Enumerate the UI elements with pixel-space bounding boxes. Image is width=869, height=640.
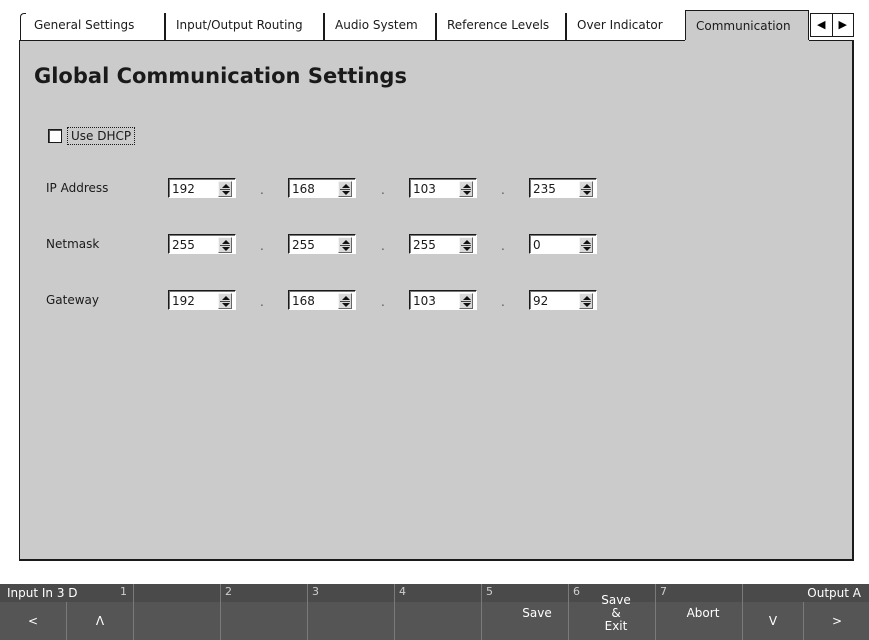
spin-value: 235 — [533, 182, 556, 196]
panel-border-top — [809, 40, 854, 41]
spin-arrows-icon[interactable] — [459, 293, 473, 309]
spin-value: 255 — [413, 238, 436, 252]
separator-dot: . — [501, 183, 505, 197]
tab-label: General Settings — [34, 18, 135, 32]
separator-dot: . — [381, 183, 385, 197]
softkey-2[interactable]: 2 — [220, 584, 307, 640]
nav-left-button[interactable]: < — [0, 602, 66, 640]
settings-panel: Global Communication Settings Use DHCP I… — [19, 40, 854, 561]
softkey-3[interactable]: 3 — [307, 584, 394, 640]
tab-communication[interactable]: Communication — [685, 10, 809, 41]
spin-value: 103 — [413, 294, 436, 308]
gateway-octet-3-spinbox[interactable]: 103 — [409, 290, 477, 310]
softkey-bar: Input In 3 D 1 < Λ 2 3 4 5 Save 6 Save &… — [0, 584, 869, 640]
gateway-octet-2-spinbox[interactable]: 168 — [288, 290, 356, 310]
spin-arrows-icon[interactable] — [218, 237, 232, 253]
output-nav-block: Output A V > — [742, 584, 869, 640]
netmask-octet-1-spinbox[interactable]: 255 — [168, 234, 236, 254]
netmask-octet-2-spinbox[interactable]: 255 — [288, 234, 356, 254]
tab-strip: General Settings Input/Output Routing Au… — [0, 0, 869, 41]
spin-arrows-icon[interactable] — [579, 293, 593, 309]
spin-arrows-icon[interactable] — [338, 237, 352, 253]
netmask-row: Netmask 255 . 255 . 255 . 0 — [46, 234, 646, 256]
ip-address-row: IP Address 192 . 168 . 103 . 235 — [46, 178, 646, 200]
tab-scroll-buttons: ◀ ▶ — [810, 13, 854, 37]
netmask-label: Netmask — [46, 237, 100, 251]
output-target-title: Output A — [807, 586, 861, 600]
spin-arrows-icon[interactable] — [459, 181, 473, 197]
softkey-abort[interactable]: 7 Abort — [655, 584, 742, 640]
softkey-number: 4 — [399, 585, 406, 598]
use-dhcp-label[interactable]: Use DHCP — [67, 127, 136, 145]
spin-arrows-icon[interactable] — [579, 237, 593, 253]
softkey-number: 1 — [120, 585, 127, 598]
gateway-octet-4-spinbox[interactable]: 92 — [529, 290, 597, 310]
softkey-number: 7 — [660, 585, 667, 598]
tab-over-indicator[interactable]: Over Indicator — [565, 13, 683, 40]
netmask-octet-3-spinbox[interactable]: 255 — [409, 234, 477, 254]
ip-address-label: IP Address — [46, 181, 109, 195]
softkey-number: 2 — [225, 585, 232, 598]
triangle-right-icon[interactable]: ▶ — [833, 14, 854, 36]
tab-label: Reference Levels — [447, 18, 550, 32]
spin-value: 0 — [533, 238, 541, 252]
separator-dot: . — [501, 295, 505, 309]
nav-right-button[interactable]: > — [803, 602, 869, 640]
gateway-row: Gateway 192 . 168 . 103 . 92 — [46, 290, 646, 312]
tab-label: Over Indicator — [577, 18, 663, 32]
nav-down-button[interactable]: V — [743, 602, 803, 640]
gateway-label: Gateway — [46, 293, 100, 307]
spin-value: 255 — [292, 238, 315, 252]
softkey-save[interactable]: 5 Save — [481, 584, 568, 640]
softkey-1[interactable] — [133, 584, 220, 640]
tab-label: Communication — [696, 19, 791, 33]
triangle-left-icon[interactable]: ◀ — [811, 14, 833, 36]
spin-value: 168 — [292, 182, 315, 196]
ip-octet-3-spinbox[interactable]: 103 — [409, 178, 477, 198]
nav-up-button[interactable]: Λ — [66, 602, 133, 640]
softkey-abort-label: Abort — [686, 606, 720, 620]
tab-general-settings[interactable]: General Settings — [24, 13, 160, 40]
spin-value: 103 — [413, 182, 436, 196]
spin-arrows-icon[interactable] — [218, 181, 232, 197]
spin-value: 255 — [172, 238, 195, 252]
netmask-octet-4-spinbox[interactable]: 0 — [529, 234, 597, 254]
softkey-number: 5 — [486, 585, 493, 598]
tab-input-output-routing[interactable]: Input/Output Routing — [164, 13, 319, 40]
dhcp-option[interactable]: Use DHCP — [48, 127, 136, 145]
softkey-number: 3 — [312, 585, 319, 598]
input-source-title: Input In 3 D — [7, 586, 78, 600]
use-dhcp-checkbox[interactable] — [48, 129, 62, 143]
separator-dot: . — [501, 239, 505, 253]
softkey-save-and-exit[interactable]: 6 Save & Exit — [568, 584, 655, 640]
separator-dot: . — [381, 239, 385, 253]
separator-dot: . — [260, 183, 264, 197]
page-title: Global Communication Settings — [34, 64, 407, 88]
tab-reference-levels[interactable]: Reference Levels — [435, 13, 561, 40]
spin-value: 92 — [533, 294, 549, 308]
tab-audio-system[interactable]: Audio System — [323, 13, 431, 40]
spin-value: 192 — [172, 182, 195, 196]
spin-value: 192 — [172, 294, 195, 308]
spin-value: 168 — [292, 294, 315, 308]
spin-arrows-icon[interactable] — [459, 237, 473, 253]
softkey-4[interactable]: 4 — [394, 584, 481, 640]
spin-arrows-icon[interactable] — [579, 181, 593, 197]
spin-arrows-icon[interactable] — [338, 181, 352, 197]
separator-dot: . — [260, 239, 264, 253]
spin-arrows-icon[interactable] — [218, 293, 232, 309]
softkey-save-exit-line3: Exit — [604, 619, 628, 633]
panel-border-top — [19, 40, 685, 41]
spin-arrows-icon[interactable] — [338, 293, 352, 309]
ip-octet-4-spinbox[interactable]: 235 — [529, 178, 597, 198]
separator-dot: . — [260, 295, 264, 309]
ip-octet-2-spinbox[interactable]: 168 — [288, 178, 356, 198]
tab-label: Audio System — [335, 18, 418, 32]
ip-octet-1-spinbox[interactable]: 192 — [168, 178, 236, 198]
gateway-octet-1-spinbox[interactable]: 192 — [168, 290, 236, 310]
separator-dot: . — [381, 295, 385, 309]
input-nav-block: Input In 3 D 1 < Λ — [0, 584, 133, 640]
tab-label: Input/Output Routing — [176, 18, 303, 32]
